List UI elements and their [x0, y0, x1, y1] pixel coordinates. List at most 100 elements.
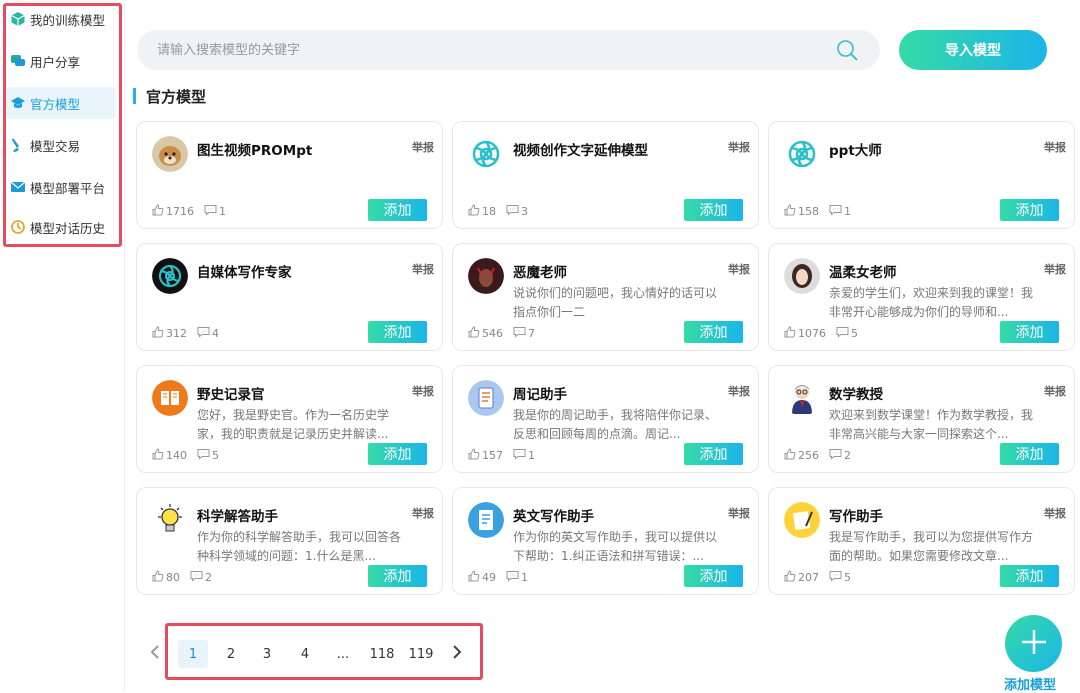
page-button[interactable]: 119	[405, 640, 437, 668]
comment-count[interactable]: 5	[829, 570, 851, 585]
sidebar-item-model-trade[interactable]: 模型交易	[6, 129, 116, 161]
comment-count[interactable]: 7	[513, 326, 535, 341]
page-ellipsis: ...	[336, 646, 350, 662]
add-model-fab[interactable]	[1005, 615, 1062, 672]
like-count-value: 80	[166, 571, 180, 584]
report-link[interactable]: 举报	[412, 505, 434, 521]
sidebar-item-user-share[interactable]: 用户分享	[6, 45, 116, 77]
search-icon[interactable]	[836, 39, 858, 61]
add-button[interactable]: 添加	[684, 565, 743, 587]
model-card[interactable]: 野史记录官 举报 您好，我是野史官。作为一名历史学家，我的职责就是记录历史并解读..…	[136, 365, 443, 473]
model-card[interactable]: 英文写作助手 举报 作为你的英文写作助手，我可以提供以下帮助：1.纠正语法和拼写错误…	[452, 487, 759, 595]
model-card[interactable]: 视频创作文字延伸模型 举报 18 3 添加	[452, 121, 759, 229]
sidebar-item-deploy-platform[interactable]: 模型部署平台	[6, 171, 116, 203]
comment-count[interactable]: 2	[829, 448, 851, 463]
comment-count[interactable]: 5	[836, 326, 858, 341]
sidebar-item-official-models[interactable]: 官方模型	[6, 87, 116, 119]
page-button[interactable]: 118	[366, 640, 398, 668]
comment-count-value: 1	[521, 571, 528, 584]
comment-count[interactable]: 1	[506, 570, 528, 585]
add-button[interactable]: 添加	[368, 199, 427, 221]
report-link[interactable]: 举报	[412, 383, 434, 399]
comment-count[interactable]: 1	[513, 448, 535, 463]
report-link[interactable]: 举报	[1044, 505, 1066, 521]
report-link[interactable]: 举报	[728, 505, 750, 521]
like-count[interactable]: 157	[468, 448, 503, 463]
card-stats: 157 1	[468, 448, 545, 463]
add-button[interactable]: 添加	[1000, 565, 1059, 587]
report-link[interactable]: 举报	[1044, 383, 1066, 399]
add-button[interactable]: 添加	[368, 321, 427, 343]
like-count[interactable]: 1716	[152, 204, 194, 219]
model-description	[829, 162, 1037, 200]
page-button[interactable]: 4	[294, 640, 316, 668]
comment-icon	[829, 204, 844, 219]
like-count[interactable]: 49	[468, 570, 496, 585]
prev-page-button[interactable]	[147, 640, 163, 668]
add-button[interactable]: 添加	[684, 321, 743, 343]
comment-count-value: 5	[851, 327, 858, 340]
comment-icon	[197, 448, 212, 463]
report-link[interactable]: 举报	[728, 261, 750, 277]
model-name: 温柔女老师	[829, 265, 897, 281]
add-button[interactable]: 添加	[1000, 443, 1059, 465]
model-card[interactable]: 周记助手 举报 我是你的周记助手，我将陪伴你记录、反思和回顾每周的点滴。周记... 1…	[452, 365, 759, 473]
like-count[interactable]: 207	[784, 570, 819, 585]
sidebar: 我的训练模型 用户分享 官方模型 模型交易 模型部署平台 模型对话历史	[0, 0, 125, 691]
sidebar-item-label: 我的训练模型	[30, 12, 106, 28]
import-model-button[interactable]: 导入模型	[899, 30, 1047, 70]
thumbs-up-icon	[784, 204, 798, 219]
like-count[interactable]: 158	[784, 204, 819, 219]
sidebar-item-my-models[interactable]: 我的训练模型	[6, 3, 116, 35]
report-link[interactable]: 举报	[412, 139, 434, 155]
add-button[interactable]: 添加	[1000, 199, 1059, 221]
model-card[interactable]: 自媒体写作专家 举报 312 4 添加	[136, 243, 443, 351]
comment-count[interactable]: 1	[204, 204, 226, 219]
like-count-value: 1076	[798, 327, 826, 340]
next-page-button[interactable]	[449, 640, 465, 668]
model-card[interactable]: 数学教授 举报 欢迎来到数学课堂！作为数学教授，我非常高兴能与大家一同探索这个...…	[768, 365, 1075, 473]
section-title-text: 官方模型	[146, 87, 207, 106]
comment-count[interactable]: 4	[197, 326, 219, 341]
like-count[interactable]: 312	[152, 326, 187, 341]
like-count[interactable]: 140	[152, 448, 187, 463]
lightbulb-icon	[152, 502, 188, 538]
add-button[interactable]: 添加	[368, 565, 427, 587]
comment-count-value: 1	[844, 205, 851, 218]
comment-count[interactable]: 2	[190, 570, 212, 585]
report-link[interactable]: 举报	[412, 261, 434, 277]
comment-count[interactable]: 1	[829, 204, 851, 219]
add-button[interactable]: 添加	[368, 443, 427, 465]
search-input[interactable]	[157, 30, 817, 70]
model-card[interactable]: 图生视频PROMpt 举报 1716 1 添加	[136, 121, 443, 229]
comment-count-value: 5	[212, 449, 219, 462]
sidebar-item-chat-history[interactable]: 模型对话历史	[6, 211, 116, 243]
model-card[interactable]: 恶魔老师 举报 说说你们的问题吧，我心情好的话可以指点你们一二 546 7 添加	[452, 243, 759, 351]
dog-photo	[152, 136, 188, 172]
model-card[interactable]: 科学解答助手 举报 作为你的科学解答助手，我可以回答各种科学领域的问题：1.什么是黑…	[136, 487, 443, 595]
like-count[interactable]: 80	[152, 570, 180, 585]
report-link[interactable]: 举报	[728, 139, 750, 155]
like-count[interactable]: 1076	[784, 326, 826, 341]
page-button[interactable]: 1	[178, 640, 208, 668]
model-description: 我是你的周记助手，我将陪伴你记录、反思和回顾每周的点滴。周记...	[513, 408, 718, 441]
add-button[interactable]: 添加	[684, 199, 743, 221]
model-description	[197, 162, 405, 200]
report-link[interactable]: 举报	[1044, 261, 1066, 277]
comment-count[interactable]: 3	[506, 204, 528, 219]
model-card[interactable]: ppt大师 举报 158 1 添加	[768, 121, 1075, 229]
like-count[interactable]: 18	[468, 204, 496, 219]
model-card[interactable]: 写作助手 举报 我是写作助手，我可以为您提供写作方面的帮助。如果您需要修改文章...…	[768, 487, 1075, 595]
comment-count[interactable]: 5	[197, 448, 219, 463]
report-link[interactable]: 举报	[1044, 139, 1066, 155]
demon-photo	[468, 258, 504, 294]
like-count[interactable]: 256	[784, 448, 819, 463]
page-button[interactable]: 2	[220, 640, 242, 668]
add-button[interactable]: 添加	[1000, 321, 1059, 343]
openai-logo	[784, 136, 820, 172]
page-button[interactable]: 3	[256, 640, 278, 668]
report-link[interactable]: 举报	[728, 383, 750, 399]
like-count[interactable]: 546	[468, 326, 503, 341]
add-button[interactable]: 添加	[684, 443, 743, 465]
model-card[interactable]: 温柔女老师 举报 亲爱的学生们，欢迎来到我的课堂！我非常开心能够成为你们的导师和..…	[768, 243, 1075, 351]
